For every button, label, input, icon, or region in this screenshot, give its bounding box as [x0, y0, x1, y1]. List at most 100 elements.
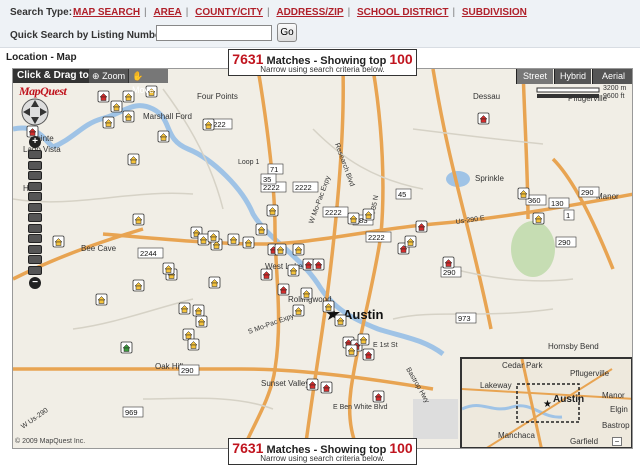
subdivision-link[interactable]: SUBDIVISION [462, 7, 527, 18]
zoom-level-step[interactable] [28, 181, 42, 191]
listing-marker [182, 328, 195, 341]
separator: | [266, 7, 270, 18]
zoom-level-step[interactable] [28, 265, 42, 275]
listing-marker [208, 276, 221, 289]
tab-street[interactable]: Street [516, 69, 553, 84]
listing-marker [362, 208, 375, 221]
zoom-level-step[interactable] [28, 244, 42, 254]
zoom-level-step[interactable] [28, 171, 42, 180]
zoom-mode-button[interactable]: ⊕ Zoom [89, 69, 129, 83]
collapse-overview-button[interactable]: − [612, 437, 622, 446]
matches-summary-bottom: 7631 Matches - Showing top 100 Narrow us… [228, 438, 417, 465]
listing-marker [287, 264, 300, 277]
road-label: W Us-290 [20, 407, 50, 431]
listing-marker [132, 279, 145, 292]
mini-label: Pflugerville [570, 369, 610, 378]
map-view[interactable]: Four Points Marshall Ford Dessau Pflugervil… [12, 68, 633, 449]
zoom-level-step[interactable] [28, 150, 42, 159]
place-label: Sprinkle [475, 174, 504, 183]
zoom-level-step[interactable] [28, 234, 42, 243]
location-map-title: Location - Map [6, 52, 77, 63]
listing-marker [442, 256, 455, 269]
listing-marker [95, 293, 108, 306]
listing-marker [320, 381, 333, 394]
highway-label: 130 [551, 199, 564, 208]
highway-label: 1 [566, 211, 570, 220]
zoom-level-step[interactable] [28, 213, 42, 222]
search-toolbar: Search Type: MAP SEARCH | AREA | COUNTY/CI… [0, 0, 640, 48]
place-label: Hornsby Bend [548, 342, 599, 351]
separator: | [185, 7, 189, 18]
highway-label: 2222 [295, 183, 312, 192]
tab-hybrid[interactable]: Hybrid [554, 69, 591, 84]
listing-marker [110, 100, 123, 113]
mini-label: Manchaca [498, 431, 535, 440]
highway-label: 2222 [325, 208, 342, 217]
go-button[interactable]: Go [277, 23, 297, 42]
mini-label: Lakeway [480, 381, 512, 390]
highway-label: 290 [558, 238, 571, 247]
pan-arrows-icon [21, 98, 49, 126]
listing-marker [195, 315, 208, 328]
highway-path [431, 69, 493, 330]
road-label: Loop 1 [238, 159, 260, 166]
listing-marker [178, 302, 191, 315]
listing-marker [532, 212, 545, 225]
listing-marker [260, 268, 273, 281]
listing-marker [187, 338, 200, 351]
school-district-link[interactable]: SCHOOL DISTRICT [357, 7, 448, 18]
move-mode-button[interactable]: ✋ Move [129, 69, 168, 95]
showing-top-count: 100 [389, 440, 413, 456]
match-count: 7631 [232, 51, 264, 67]
zoom-out-button[interactable]: − [29, 277, 41, 289]
highway-label: 2222 [368, 233, 385, 242]
highway-path [241, 69, 281, 448]
listing-marker [207, 230, 220, 243]
listing-marker [517, 187, 530, 200]
place-label: Manor [596, 192, 619, 201]
zoom-in-button[interactable]: + [29, 136, 41, 148]
showing-top-count: 100 [389, 51, 413, 67]
mini-label: Cedar Park [502, 361, 543, 370]
zoom-icon: ⊕ [92, 71, 100, 81]
listing-marker [122, 110, 135, 123]
listing-marker [292, 243, 305, 256]
road-path [72, 298, 194, 330]
mini-label: Elgin [610, 405, 628, 414]
zoom-level-step[interactable] [28, 160, 42, 170]
listing-marker [162, 262, 175, 275]
mapquest-logo: MapQuest [19, 84, 67, 98]
place-label: Marshall Ford [143, 112, 192, 121]
listing-marker [127, 153, 140, 166]
click-drag-label: Click & Drag to: [17, 70, 93, 81]
tab-aerial[interactable]: Aerial [592, 69, 632, 84]
listing-marker [255, 223, 268, 236]
listing-marker [277, 283, 290, 296]
mini-label: Garfield [570, 437, 599, 446]
listing-marker [362, 348, 375, 361]
map-search-link[interactable]: MAP SEARCH [73, 7, 140, 18]
listing-marker [415, 220, 428, 233]
listing-marker [477, 112, 490, 125]
match-count: 7631 [232, 440, 264, 456]
zoom-level-step[interactable] [28, 223, 42, 233]
road-label: Us-290 E [455, 215, 485, 226]
road-label: S Mo-Pac Expy [247, 313, 295, 336]
overview-map[interactable]: ★ Cedar Park Pflugerville Lakeway Manor … [460, 357, 632, 448]
county-city-link[interactable]: COUNTY/CITY [195, 7, 263, 18]
scale-meters: 3200 m [603, 85, 627, 92]
zoom-level-step[interactable] [28, 192, 42, 201]
matches-summary-top: 7631 Matches - Showing top 100 Narrow us… [228, 49, 417, 76]
area-link[interactable]: AREA [153, 7, 181, 18]
search-type-links: MAP SEARCH | AREA | COUNTY/CITY | ADDRESS/Z… [70, 7, 530, 18]
zoom-label: Zoom [102, 71, 126, 81]
highway-label: 35 [263, 175, 271, 184]
listing-marker [300, 287, 313, 300]
zoom-level-step[interactable] [28, 202, 42, 212]
address-zip-link[interactable]: ADDRESS/ZIP [276, 7, 343, 18]
listing-number-input[interactable] [156, 25, 272, 41]
map-copyright: © 2009 MapQuest Inc. [15, 438, 86, 445]
scale-feet: 9600 ft [603, 93, 625, 100]
zoom-level-step[interactable] [28, 255, 42, 264]
pan-control[interactable] [21, 98, 49, 126]
